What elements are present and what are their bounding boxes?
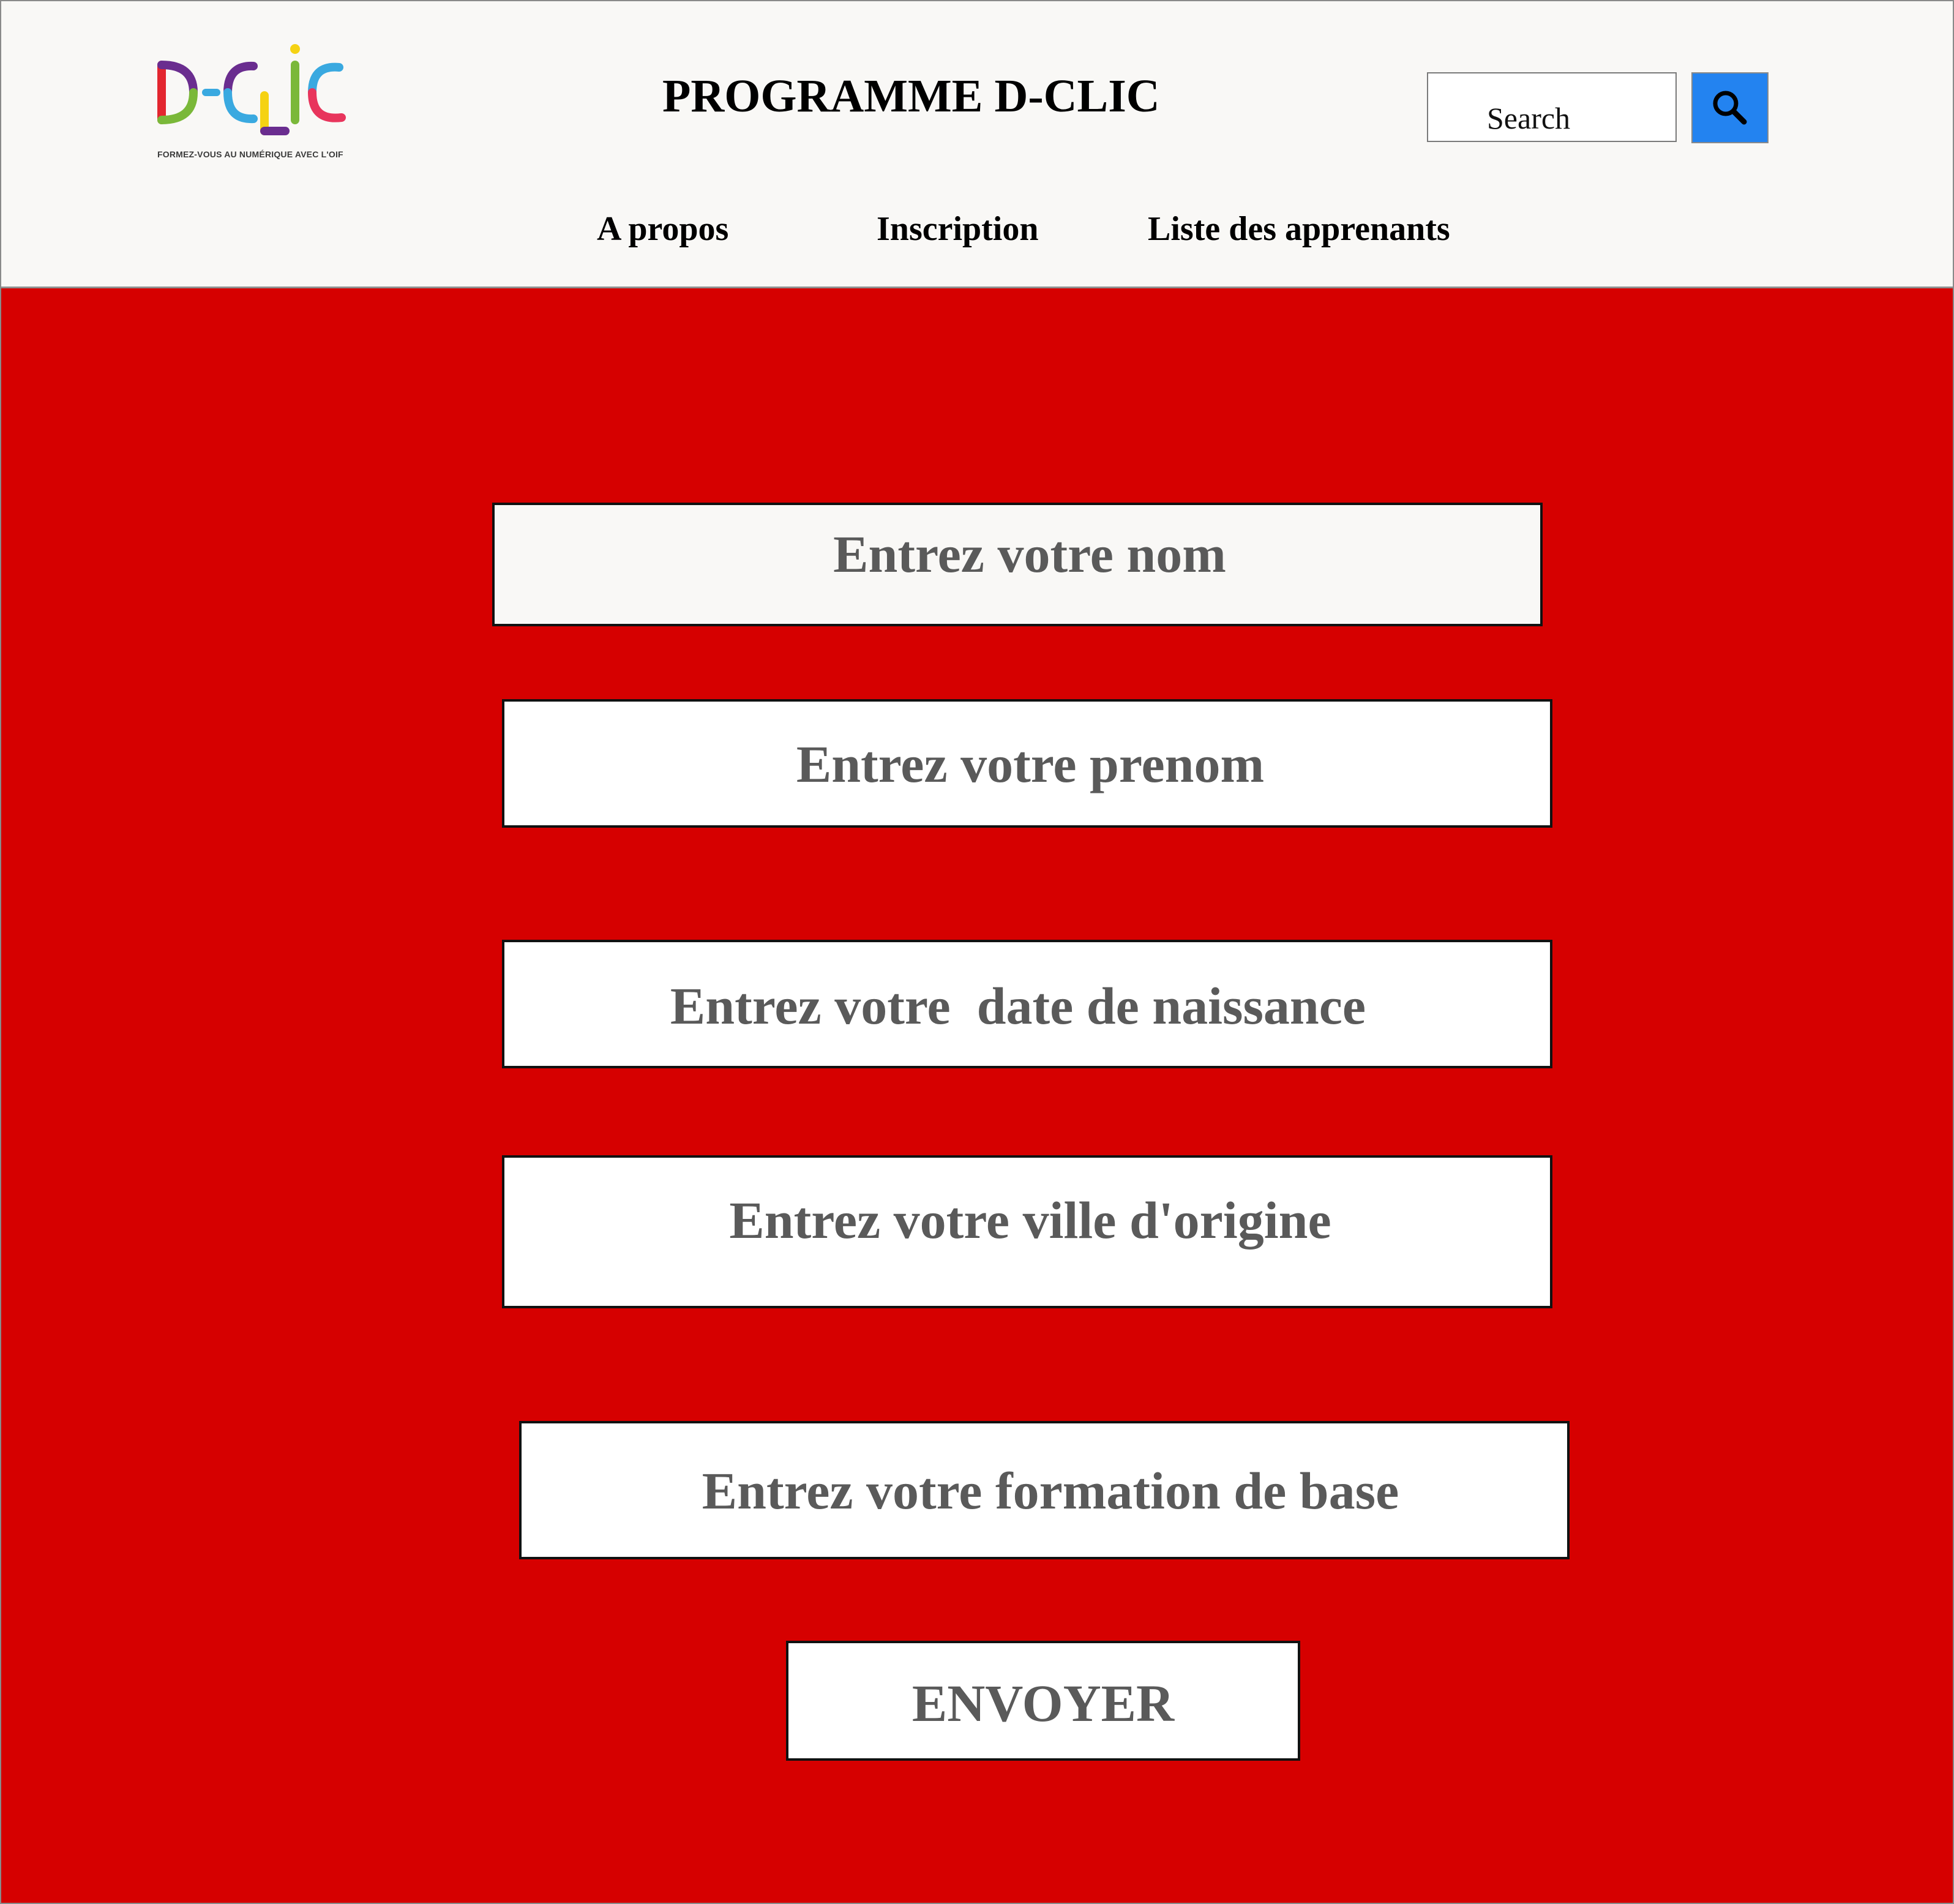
envoyer-button[interactable]: ENVOYER <box>786 1641 1300 1761</box>
formation-base-field-placeholder: Entrez votre formation de base <box>702 1461 1399 1520</box>
date-naissance-field[interactable]: Entrez votre date de naissance <box>502 940 1552 1068</box>
search-icon <box>1713 91 1747 125</box>
nom-field-placeholder: Entrez votre nom <box>833 525 1226 583</box>
ville-origine-field[interactable]: Entrez votre ville d'origine <box>502 1155 1552 1308</box>
search-button[interactable] <box>1691 72 1769 143</box>
dclic-logo[interactable] <box>155 40 351 163</box>
page-frame: FORMEZ-VOUS AU NUMÉRIQUE AVEC L'OIF PROG… <box>0 0 1954 1904</box>
date-naissance-field-placeholder: Entrez votre date de naissance <box>670 976 1366 1035</box>
nom-field[interactable]: Entrez votre nom <box>492 503 1543 626</box>
nav-link-liste-apprenants[interactable]: Liste des apprenants <box>1148 209 1450 249</box>
formation-base-field[interactable]: Entrez votre formation de base <box>519 1421 1570 1559</box>
logo-tagline: FORMEZ-VOUS AU NUMÉRIQUE AVEC L'OIF <box>157 149 343 159</box>
nav-link-a-propos[interactable]: A propos <box>597 209 728 249</box>
page-title: PROGRAMME D-CLIC <box>662 70 1160 122</box>
prenom-field-placeholder: Entrez votre prenom <box>796 735 1265 793</box>
search-input[interactable] <box>1427 72 1677 142</box>
nav-link-inscription[interactable]: Inscription <box>877 209 1039 249</box>
ville-origine-field-placeholder: Entrez votre ville d'origine <box>729 1191 1331 1250</box>
prenom-field[interactable]: Entrez votre prenom <box>502 699 1552 828</box>
site-header: FORMEZ-VOUS AU NUMÉRIQUE AVEC L'OIF PROG… <box>1 1 1953 288</box>
